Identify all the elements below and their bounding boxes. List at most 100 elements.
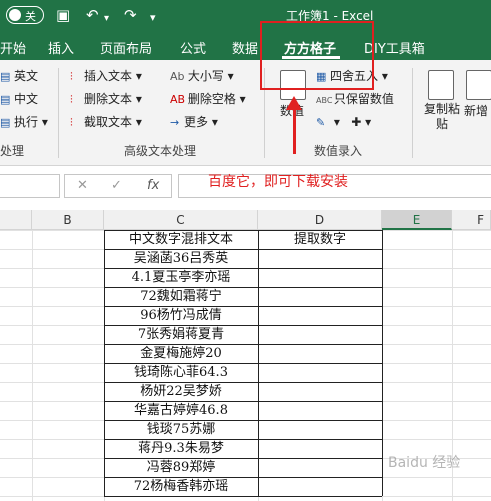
formula-buttons: ✕ ✓ fx: [64, 174, 172, 198]
name-box[interactable]: [0, 174, 60, 198]
autosave-label: 关: [25, 10, 36, 23]
new-button[interactable]: 新增: [464, 102, 488, 119]
cell-header-c[interactable]: 中文数字混排文本: [104, 230, 258, 249]
table-cell-text[interactable]: 钱琦陈心菲64.3: [104, 363, 258, 382]
redo-icon[interactable]: ↷: [124, 5, 137, 25]
select-all-corner[interactable]: [0, 210, 32, 230]
keep-values-button[interactable]: ABC 只保留数值: [316, 91, 394, 109]
table-cell-text[interactable]: 96杨竹冯成倩: [104, 306, 258, 325]
tab-formulas[interactable]: 公式: [180, 38, 206, 57]
table-cell-extracted[interactable]: [258, 477, 382, 496]
tab-home[interactable]: 开始: [0, 38, 26, 57]
keep-values-icon: ABC: [316, 96, 333, 105]
remove-spaces-icon: AB: [170, 93, 186, 106]
column-header-b[interactable]: B: [32, 210, 104, 230]
table-border: [104, 325, 382, 326]
execute-button[interactable]: ▤ 执行 ▾: [0, 114, 48, 131]
table-cell-text[interactable]: 吴涵菡36吕秀英: [104, 249, 258, 268]
table-cell-text[interactable]: 金夏梅施婷20: [104, 344, 258, 363]
table-border: [104, 363, 382, 364]
table-border: [104, 268, 382, 269]
ribbon-separator: [58, 68, 59, 158]
insert-text-button[interactable]: ⫶ 插入文本 ▾: [70, 68, 142, 85]
title-bar: 关 ▣ ↶ ▾ ↷ ▾ 工作簿1 - Excel: [0, 0, 491, 30]
ribbon-tabs: 开始 插入 页面布局 公式 数据 方方格子 DIY工具箱: [0, 30, 491, 60]
table-cell-text[interactable]: 7张秀娟蒋夏青: [104, 325, 258, 344]
column-header-e[interactable]: E: [382, 210, 452, 230]
tab-insert[interactable]: 插入: [48, 38, 74, 57]
copy-paste-icon: [428, 70, 454, 100]
download-annotation: 百度它，即可下载安装: [208, 174, 348, 190]
column-header-f[interactable]: F: [452, 210, 491, 230]
left-group-label: 处理: [0, 144, 25, 158]
table-cell-text[interactable]: 72杨梅香韩亦瑶: [104, 477, 258, 496]
table-cell-extracted[interactable]: [258, 363, 382, 382]
tab-data[interactable]: 数据: [232, 38, 258, 57]
table-cell-extracted[interactable]: [258, 439, 382, 458]
execute-icon: ▤: [0, 116, 11, 129]
table-cell-text[interactable]: 4.1夏玉亭李亦瑶: [104, 268, 258, 287]
table-border: [104, 382, 382, 383]
table-cell-extracted[interactable]: [258, 268, 382, 287]
table-cell-text[interactable]: 华嘉古婷婷46.8: [104, 401, 258, 420]
table-border: [104, 477, 382, 478]
cell-header-d[interactable]: 提取数字: [258, 230, 382, 249]
enter-icon[interactable]: ✓: [111, 178, 122, 193]
case-icon: Ab: [170, 70, 185, 83]
table-cell-text[interactable]: 冯蓉89郑婷: [104, 458, 258, 477]
table-cell-extracted[interactable]: [258, 458, 382, 477]
insert-text-icon: ⫶: [70, 70, 73, 83]
autosave-toggle[interactable]: 关: [6, 6, 44, 24]
extract-text-button[interactable]: ⫶ 截取文本 ▾: [70, 114, 142, 131]
table-cell-extracted[interactable]: [258, 249, 382, 268]
table-cell-text[interactable]: 杨妍22吴梦娇: [104, 382, 258, 401]
column-header-d[interactable]: D: [258, 210, 382, 230]
table-border: [104, 420, 382, 421]
table-cell-extracted[interactable]: [258, 401, 382, 420]
undo-icon[interactable]: ↶: [86, 5, 99, 25]
more-button[interactable]: → 更多 ▾: [170, 114, 218, 131]
column-header-c[interactable]: C: [104, 210, 258, 230]
delete-text-button[interactable]: ⫶ 删除文本 ▾: [70, 91, 142, 108]
ribbon: ▤ 英文 ▤ 中文 ▤ 执行 ▾ 处理 ⫶ 插入文本 ▾ ⫶ 删除文本 ▾ ⫶ 截取文本 ▾…: [0, 60, 491, 166]
table-border: [104, 496, 382, 497]
table-cell-extracted[interactable]: [258, 287, 382, 306]
table-cell-extracted[interactable]: [258, 420, 382, 439]
table-border: [104, 306, 382, 307]
grid-line: [32, 230, 33, 501]
copy-paste-button[interactable]: 复制粘贴: [424, 102, 460, 132]
arrow-right-icon: →: [170, 116, 180, 129]
table-border: [104, 230, 382, 231]
table-border: [382, 230, 383, 496]
watermark: Baidu 经验: [388, 455, 461, 471]
cancel-icon[interactable]: ✕: [77, 178, 88, 193]
table-border: [104, 230, 105, 496]
save-icon[interactable]: ▣: [56, 5, 70, 25]
highlight-box: [260, 21, 374, 90]
undo-dropdown-icon[interactable]: ▾: [104, 9, 109, 29]
table-cell-text[interactable]: 钱琰75苏娜: [104, 420, 258, 439]
table-cell-extracted[interactable]: [258, 382, 382, 401]
table-cell-extracted[interactable]: [258, 325, 382, 344]
value-options-button[interactable]: ✎ ▾ ✚ ▾: [316, 114, 371, 131]
table-border: [104, 287, 382, 288]
tab-page-layout[interactable]: 页面布局: [100, 38, 152, 57]
delete-text-icon: ⫶: [70, 93, 73, 106]
extract-text-icon: ⫶: [70, 116, 73, 129]
insert-function-icon[interactable]: fx: [147, 178, 159, 193]
edit-icon: ✎: [316, 116, 326, 129]
case-button[interactable]: Ab 大小写 ▾: [170, 68, 234, 85]
value-group-label: 数值录入: [314, 144, 363, 158]
ribbon-separator: [412, 68, 413, 158]
customize-quick-access-icon[interactable]: ▾: [150, 8, 156, 28]
remove-spaces-button[interactable]: AB 删除空格 ▾: [170, 91, 246, 108]
table-cell-text[interactable]: 蒋丹9.3朱易梦: [104, 439, 258, 458]
table-cell-extracted[interactable]: [258, 344, 382, 363]
table-cell-text[interactable]: 72魏如霜蒋宁: [104, 287, 258, 306]
table-cell-extracted[interactable]: [258, 306, 382, 325]
english-button[interactable]: ▤ 英文: [0, 68, 38, 85]
english-icon: ▤: [0, 70, 11, 83]
chinese-button[interactable]: ▤ 中文: [0, 91, 38, 108]
table-border: [104, 439, 382, 440]
toggle-knob: [9, 9, 21, 21]
